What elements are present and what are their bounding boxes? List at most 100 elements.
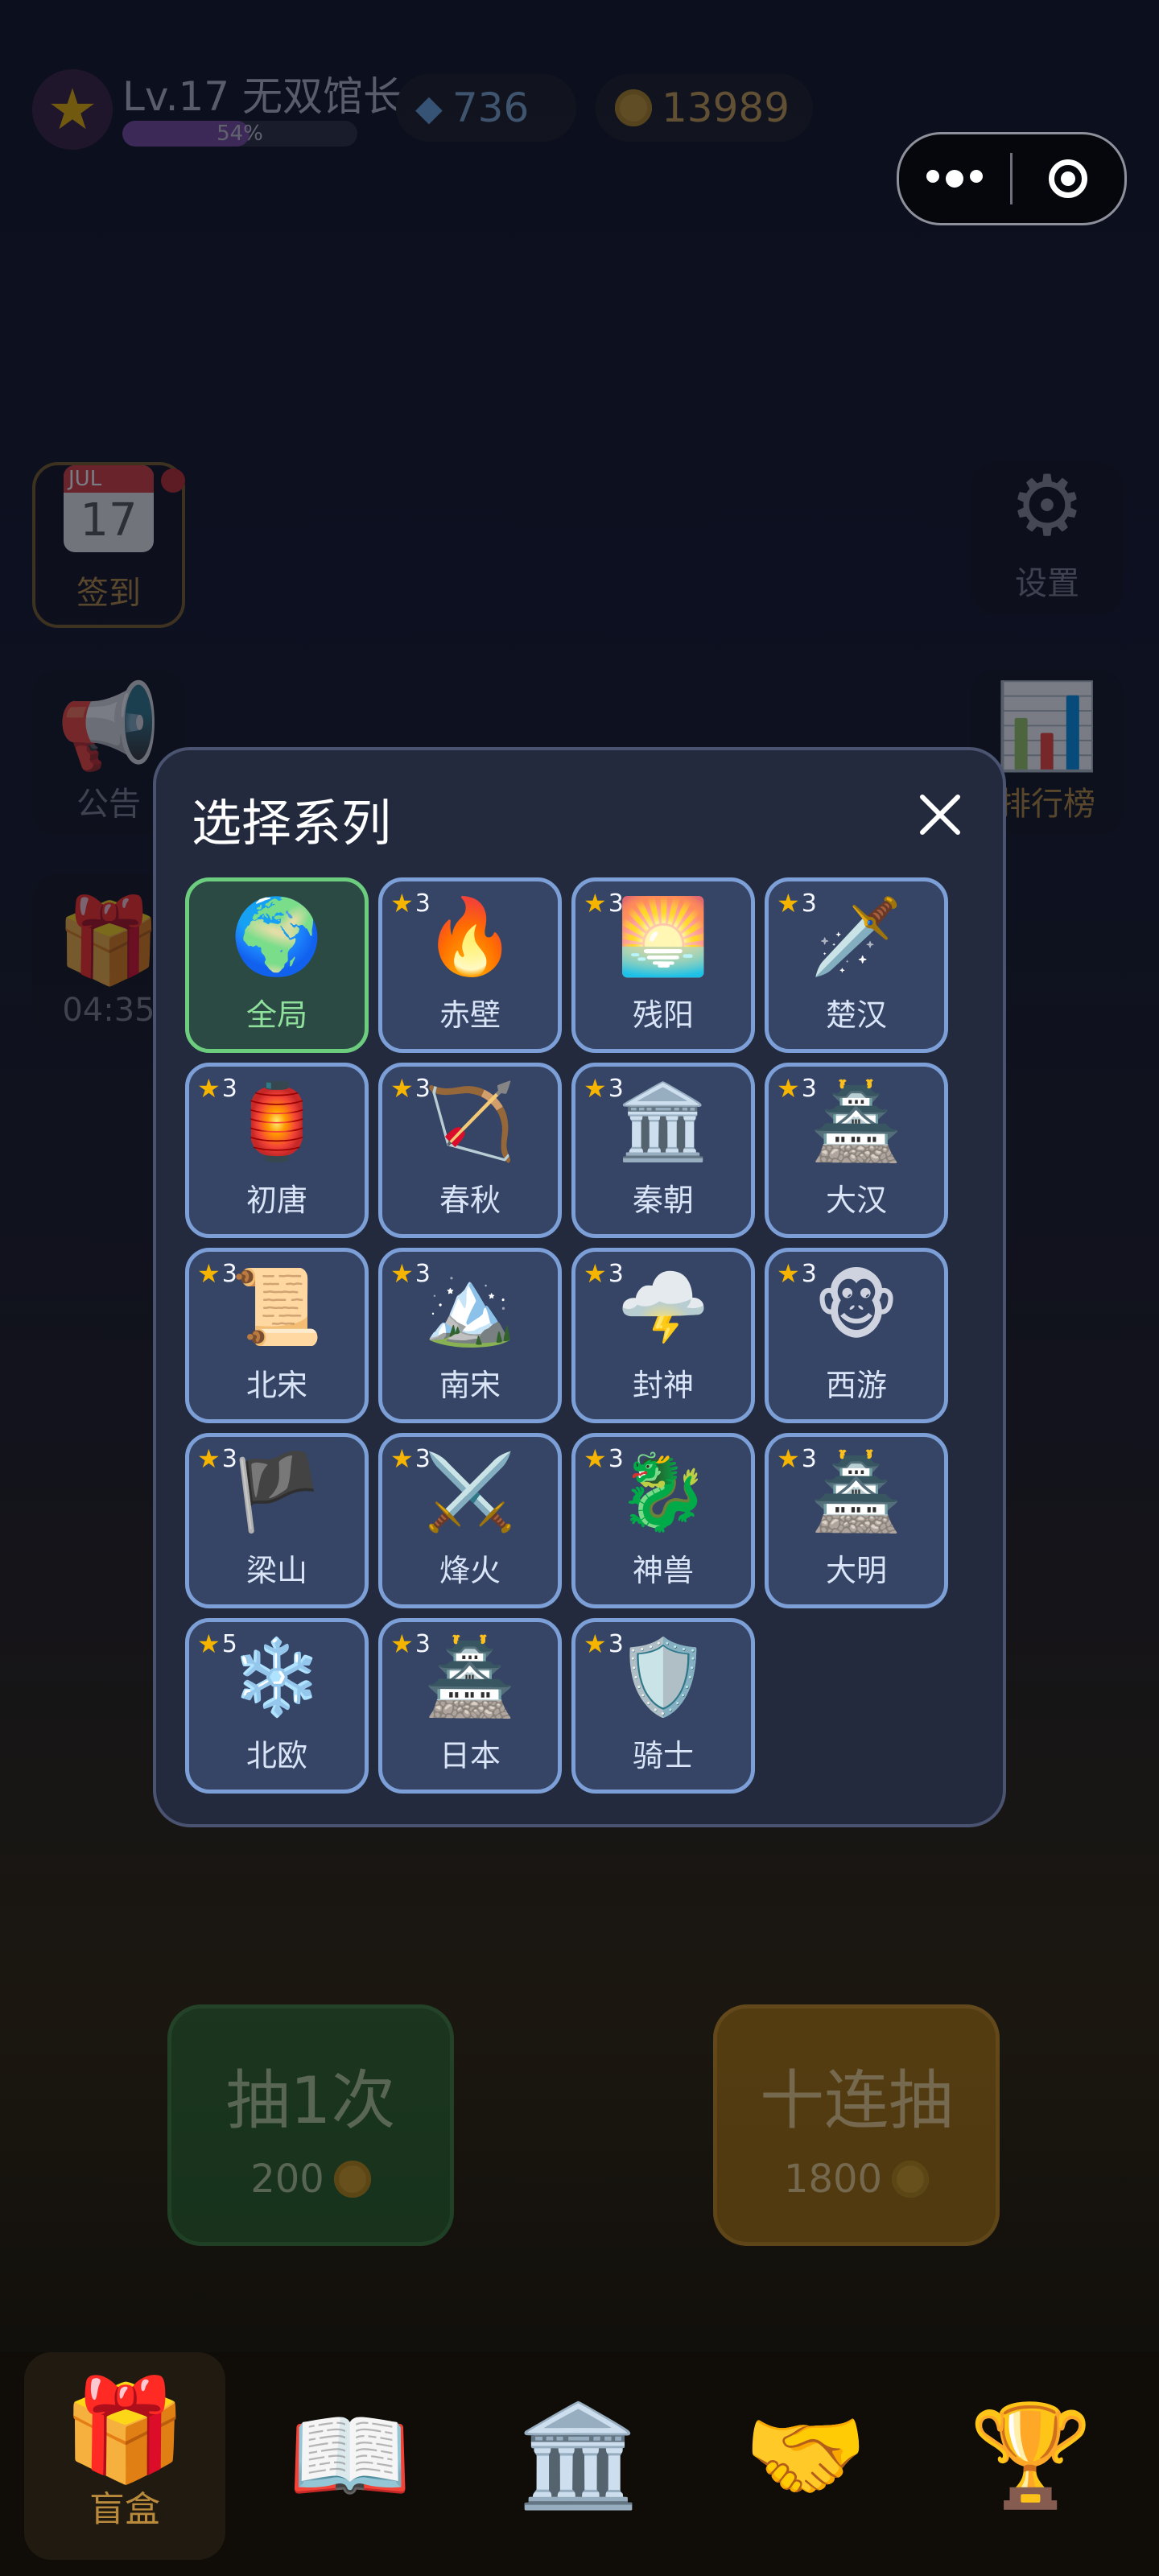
series-name: 日本	[439, 1738, 501, 1773]
draw-ten-label: 十连抽	[760, 2063, 953, 2138]
difficulty-badge: ★ 3	[777, 1073, 817, 1104]
series-icon: 🏹	[423, 1079, 517, 1165]
difficulty-badge: ★ 3	[197, 1073, 237, 1104]
trophy-icon: 🏆	[968, 2398, 1094, 2514]
series-name: 南宋	[439, 1368, 501, 1403]
star-icon: ★	[390, 888, 414, 919]
difficulty-badge: ★ 3	[777, 888, 817, 919]
difficulty-badge: ★ 3	[777, 1258, 817, 1289]
difficulty-badge: ★ 3	[390, 1073, 431, 1104]
star-count: 5	[221, 1629, 237, 1658]
series-card-chunqiu[interactable]: ★ 3 🏹 春秋	[378, 1063, 562, 1238]
nav-blindbox-label: 盲盒	[89, 2489, 160, 2530]
gem-count: 736	[452, 85, 530, 131]
series-icon: 🌩️	[617, 1264, 710, 1350]
star-icon: ★	[197, 1073, 221, 1104]
series-card-xiyou[interactable]: ★ 3 🐵 西游	[765, 1248, 948, 1423]
star-icon: ★	[390, 1443, 414, 1474]
series-card-beiou[interactable]: ★ 5 ❄️ 北欧	[185, 1618, 369, 1794]
gift-icon: 🎁	[56, 891, 161, 989]
series-name: 封神	[632, 1368, 694, 1403]
series-name: 赤壁	[439, 997, 501, 1033]
series-icon: 🌅	[617, 894, 710, 980]
series-card-qinchao[interactable]: ★ 3 🏛️ 秦朝	[571, 1063, 755, 1238]
series-card-global[interactable]: 🌍 全局	[185, 877, 369, 1053]
nav-trade[interactable]: 🤝	[705, 2352, 906, 2560]
avatar[interactable]: ★	[32, 69, 113, 150]
series-name: 北欧	[245, 1738, 307, 1773]
megaphone-icon: 📢	[56, 677, 161, 775]
nav-collection[interactable]: 📖	[250, 2352, 451, 2560]
series-name: 骑士	[632, 1738, 694, 1773]
difficulty-badge: ★ 3	[584, 1258, 624, 1289]
star-icon: ★	[584, 1629, 607, 1659]
star-icon: ★	[777, 1443, 800, 1474]
star-icon: ★	[390, 1073, 414, 1104]
series-name: 大明	[825, 1553, 887, 1588]
difficulty-badge: ★ 3	[390, 1629, 431, 1659]
gem-counter[interactable]: ◆ 736	[396, 74, 576, 142]
gift-timer: 04:35	[62, 992, 155, 1029]
series-card-chutang[interactable]: ★ 3 🏮 初唐	[185, 1063, 369, 1238]
series-card-daming[interactable]: ★ 3 🏯 大明	[765, 1433, 948, 1608]
star-icon: ★	[390, 1258, 414, 1289]
difficulty-badge: ★ 3	[390, 1258, 431, 1289]
series-card-fengshen[interactable]: ★ 3 🌩️ 封神	[571, 1248, 755, 1423]
series-icon: 🏯	[810, 1449, 903, 1535]
difficulty-badge: ★ 3	[390, 888, 431, 919]
nav-museum[interactable]: 🏛️	[478, 2352, 679, 2560]
series-card-shenshou[interactable]: ★ 3 🐉 神兽	[571, 1433, 755, 1608]
close-miniprogram-button[interactable]	[1013, 159, 1124, 198]
coin-counter[interactable]: 13989	[596, 74, 813, 142]
nav-trophy[interactable]: 🏆	[930, 2352, 1132, 2560]
dot-icon	[970, 170, 983, 183]
coin-icon	[892, 2161, 930, 2198]
series-card-canyang[interactable]: ★ 3 🌅 残阳	[571, 877, 755, 1053]
series-card-dahan[interactable]: ★ 3 🏯 大汉	[765, 1063, 948, 1238]
star-count: 3	[608, 889, 624, 918]
gift-icon: 🎁	[62, 2372, 188, 2488]
series-card-chuhan[interactable]: ★ 3 🗡️ 楚汉	[765, 877, 948, 1053]
nav-blindbox[interactable]: 🎁 盲盒	[24, 2352, 225, 2560]
notice-label: 公告	[76, 786, 141, 823]
series-card-fenghuo[interactable]: ★ 3 ⚔️ 烽火	[378, 1433, 562, 1608]
series-name: 全局	[245, 997, 307, 1033]
series-icon: 🗡️	[810, 894, 903, 980]
draw-once-price-value: 200	[250, 2157, 324, 2202]
close-icon[interactable]	[914, 789, 966, 840]
star-count: 3	[415, 1629, 431, 1658]
target-icon	[1049, 159, 1087, 198]
draw-once-label: 抽1次	[225, 2063, 396, 2138]
coin-icon	[333, 2161, 371, 2198]
museum-icon: 🏛️	[516, 2398, 641, 2514]
settings-button[interactable]: ⚙ 设置	[971, 462, 1124, 615]
checkin-button[interactable]: JUL 17 签到	[32, 462, 185, 628]
draw-ten-button[interactable]: 十连抽 1800	[713, 2004, 1000, 2246]
star-count: 3	[415, 889, 431, 918]
series-card-qishi[interactable]: ★ 3 🛡️ 骑士	[571, 1618, 755, 1794]
series-icon: 🐉	[617, 1449, 710, 1535]
book-icon: 📖	[287, 2398, 413, 2514]
series-card-chibi[interactable]: ★ 3 🔥 赤壁	[378, 877, 562, 1053]
series-select-modal: 选择系列 🌍 全局 ★ 3 🔥 赤壁 ★ 3 🌅 残阳 ★ 3 🗡️ 楚汉 ★ 3 🏮 初唐 ★ 3 🏹 春秋 ★ 3 🏛️ 秦朝…	[153, 747, 1006, 1827]
series-card-nansong[interactable]: ★ 3 🏔️ 南宋	[378, 1248, 562, 1423]
series-card-liangshan[interactable]: ★ 3 🏴 梁山	[185, 1433, 369, 1608]
draw-once-button[interactable]: 抽1次 200	[167, 2004, 454, 2246]
series-card-beisong[interactable]: ★ 3 📜 北宋	[185, 1248, 369, 1423]
gear-icon: ⚙	[1009, 456, 1085, 555]
star-count: 3	[221, 1074, 237, 1103]
series-icon: 🛡️	[617, 1634, 710, 1720]
series-card-riben[interactable]: ★ 3 🏯 日本	[378, 1618, 562, 1794]
star-icon: ★	[197, 1258, 221, 1289]
difficulty-badge: ★ 3	[584, 1443, 624, 1474]
star-count: 3	[221, 1259, 237, 1288]
difficulty-badge: ★ 3	[584, 888, 624, 919]
bar-chart-icon: 📊	[995, 677, 1099, 775]
more-menu-button[interactable]	[899, 170, 1010, 188]
series-name: 大汉	[825, 1183, 887, 1218]
star-count: 3	[415, 1074, 431, 1103]
modal-title: 选择系列	[192, 794, 392, 852]
star-icon: ★	[197, 1443, 221, 1474]
series-icon: 📜	[230, 1264, 324, 1350]
diamond-icon: ◆	[415, 87, 443, 129]
